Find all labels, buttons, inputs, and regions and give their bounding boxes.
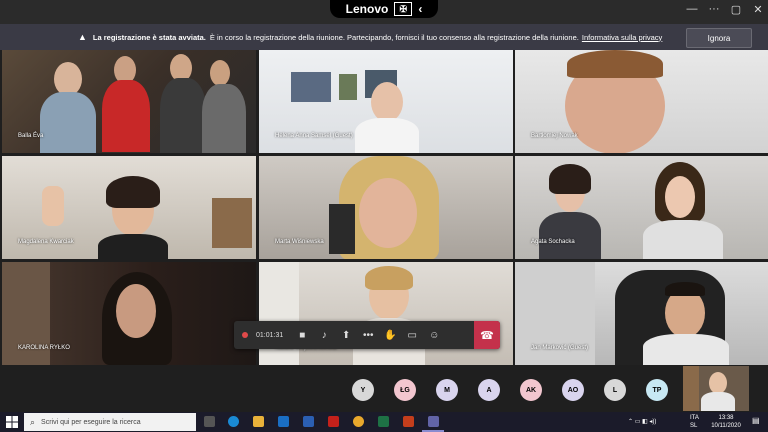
video-grid: Balla Éva Helena Anna Samsel (Guest) Bar… — [0, 50, 768, 365]
participant-name: Magdalena Kwarciak — [18, 239, 74, 245]
clock-time: 13:38 — [718, 415, 734, 421]
lenovo-badge[interactable]: Lenovo ✠ ‹ — [330, 0, 438, 18]
tray-icons[interactable]: ⌃ ▭ ◧ ◂)) — [628, 418, 656, 426]
participant-name: Balla Éva — [18, 133, 44, 139]
video-tile-1[interactable]: Balla Éva — [2, 50, 256, 153]
participant-name: Jan Marković (Guest) — [531, 345, 589, 351]
outlook-icon[interactable] — [278, 416, 289, 427]
camera-icon[interactable]: ■ — [291, 330, 313, 341]
participant-name: Marta Wiśniewska — [275, 239, 324, 245]
dismiss-button[interactable]: Ignora — [686, 28, 752, 48]
back-chevron-icon[interactable]: ‹ — [418, 2, 422, 16]
video-tile-6[interactable]: Agata Sochacka — [515, 156, 768, 259]
recording-dot-icon — [242, 332, 248, 338]
share-screen-icon[interactable]: ⬆ — [335, 330, 357, 341]
video-tile-3[interactable]: Bartłomiej Nowak — [515, 50, 768, 153]
video-tile-8[interactable]: Natalia Wojciechowska — [259, 262, 513, 365]
microphone-icon[interactable]: ♪ — [313, 330, 335, 341]
avatar[interactable]: AK — [520, 379, 542, 401]
self-view-video[interactable] — [683, 366, 749, 411]
participant-name: Bartłomiej Nowak — [531, 133, 578, 139]
more-options-icon[interactable]: ··· — [704, 3, 724, 15]
participant-name: KAROLINA RYŁKO — [18, 345, 70, 351]
lenovo-brand: Lenovo — [345, 2, 389, 16]
avatar[interactable]: M — [436, 379, 458, 401]
taskbar-search-box[interactable]: ⌕ Scrivi qui per eseguire la ricerca — [24, 413, 196, 431]
avatar[interactable]: Y — [352, 379, 374, 401]
language-bottom: SL — [690, 423, 698, 429]
participant-name: Agata Sochacka — [531, 239, 575, 245]
task-view-icon[interactable] — [204, 416, 215, 427]
search-icon: ⌕ — [30, 416, 36, 427]
close-icon[interactable]: ✕ — [748, 3, 768, 16]
warning-icon: ▲ — [78, 32, 87, 42]
windows-taskbar: ⌕ Scrivi qui per eseguire la ricerca ⌃ ▭… — [0, 412, 768, 432]
participants-icon[interactable]: ☺ — [423, 330, 445, 341]
raise-hand-icon[interactable]: ✋ — [379, 330, 401, 341]
chat-icon[interactable]: ▭ — [401, 330, 423, 341]
recording-text: È in corso la registrazione della riunio… — [209, 32, 579, 42]
more-actions-icon[interactable]: ••• — [357, 330, 379, 341]
meeting-timer: 01:01:31 — [256, 331, 284, 339]
search-placeholder: Scrivi qui per eseguire la ricerca — [41, 418, 141, 426]
acrobat-icon[interactable] — [328, 416, 339, 427]
word-icon[interactable] — [303, 416, 314, 427]
clock-date: 10/11/2020 — [711, 423, 741, 429]
minimize-icon[interactable]: — — [682, 3, 702, 15]
avatar-strip: Y ŁG M A AK AO L TP — [352, 379, 668, 401]
language-top: ITA — [690, 415, 699, 421]
title-bar: Lenovo ✠ ‹ ··· — ▢ ✕ — [0, 0, 768, 24]
avatar[interactable]: A — [478, 379, 500, 401]
teams-icon[interactable] — [428, 416, 439, 427]
video-tile-7[interactable]: KAROLINA RYŁKO — [2, 262, 256, 365]
file-explorer-icon[interactable] — [253, 416, 264, 427]
recording-title: La registrazione è stata avviata. — [92, 32, 206, 42]
avatar[interactable]: ŁG — [394, 379, 416, 401]
language-indicator[interactable]: ITA SL — [690, 414, 699, 430]
clock[interactable]: 13:38 10/11/2020 — [708, 414, 744, 430]
avatar[interactable]: AO — [562, 379, 584, 401]
windows-start-icon[interactable] — [6, 416, 18, 428]
powerpoint-icon[interactable] — [403, 416, 414, 427]
hang-up-icon[interactable]: ☎ — [474, 321, 500, 349]
video-tile-2[interactable]: Helena Anna Samsel (Guest) — [259, 50, 513, 153]
avatar[interactable]: L — [604, 379, 626, 401]
privacy-link[interactable]: Informativa sulla privacy — [582, 33, 662, 42]
edge-icon[interactable] — [228, 416, 239, 427]
chrome-icon[interactable] — [353, 416, 364, 427]
video-tile-4[interactable]: Magdalena Kwarciak — [2, 156, 256, 259]
avatar[interactable]: TP — [646, 379, 668, 401]
video-tile-9[interactable]: Jan Marković (Guest) — [515, 262, 768, 365]
vantage-icon: ✠ — [394, 2, 413, 16]
participant-name: Helena Anna Samsel (Guest) — [275, 133, 353, 139]
maximize-icon[interactable]: ▢ — [726, 3, 746, 16]
notification-icon[interactable]: ▤ — [752, 417, 760, 425]
meeting-controls: 01:01:31 ■ ♪ ⬆ ••• ✋ ▭ ☺ ☎ — [234, 321, 500, 349]
video-tile-5[interactable]: Marta Wiśniewska — [259, 156, 513, 259]
recording-banner: ▲ La registrazione è stata avviata. È in… — [0, 24, 768, 50]
excel-icon[interactable] — [378, 416, 389, 427]
